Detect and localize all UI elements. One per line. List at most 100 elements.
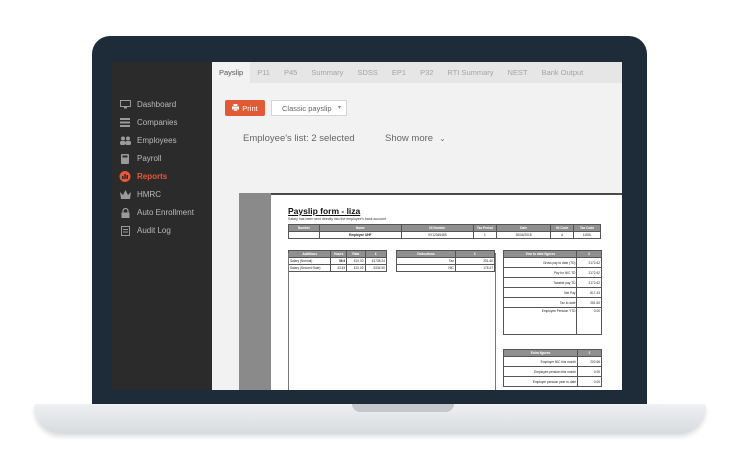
- tab-sdss[interactable]: SDSS: [350, 62, 384, 83]
- table-cell: 202.66: [577, 356, 602, 367]
- table-cell: Taxable pay TD: [502, 277, 578, 288]
- report-tabs: Payslip P11 P45 Summary SDSS EP1 P32 RTI…: [212, 62, 622, 83]
- deductions-table: Deductions £ Tax 251.60 NIC 176.47: [396, 250, 496, 272]
- table-cell: 251.60: [576, 297, 602, 308]
- employees-selected-label: Employee's list: 2 selected: [243, 133, 355, 144]
- table-row: Taxable pay TD 2172.62: [502, 277, 602, 288]
- column-divider: [288, 253, 289, 390]
- table-cell: Employer pension year to date: [503, 376, 578, 387]
- payslip-template-select[interactable]: Classic payslip ▾: [271, 100, 347, 116]
- users-icon: [119, 136, 131, 146]
- table-cell: 1150L: [573, 231, 601, 239]
- caret-icon: ▾: [337, 105, 341, 111]
- table-cell: 43.45: [330, 264, 348, 272]
- table-cell: 176.47: [454, 264, 496, 272]
- table-cell: 1: [472, 231, 497, 239]
- table-row: Salary (Second Rate) 43.45 £10.00 £434.5…: [287, 264, 388, 272]
- tab-nest[interactable]: NEST: [501, 62, 535, 83]
- table-cell: 0.00: [577, 366, 602, 377]
- table-cell: £434.50: [364, 264, 388, 272]
- table-cell: 0.00: [576, 307, 602, 335]
- table-row: Employer NIC this month 202.66: [503, 356, 602, 367]
- table-cell: Employee pension this month: [503, 366, 578, 377]
- table-header: NI Number: [400, 224, 474, 232]
- table-row: Employee Pension YTD 0.00: [502, 307, 602, 335]
- table-row: Net Pay 817.43: [502, 287, 602, 298]
- employee-header-table: Number Name NI Number Tax Period Date NI…: [288, 224, 601, 239]
- sidebar: Dashboard Companies Employees Payroll Re…: [112, 62, 212, 390]
- sidebar-item-label: Auto Enrollment: [137, 208, 194, 217]
- tab-p11[interactable]: P11: [250, 62, 277, 83]
- table-header: £: [577, 349, 602, 357]
- table-header: Rate: [346, 250, 366, 258]
- table-header: NI Code: [550, 224, 575, 232]
- sidebar-item-companies[interactable]: Companies: [112, 114, 212, 131]
- payslip-page: Payslip form - liza Salary has been sent…: [271, 195, 622, 390]
- audit-icon: [119, 225, 131, 236]
- sidebar-item-employees[interactable]: Employees: [112, 132, 212, 149]
- table-header: £: [364, 250, 388, 258]
- sidebar-item-dashboard[interactable]: Dashboard: [112, 96, 212, 113]
- table-cell: A: [550, 231, 575, 239]
- tab-payslip[interactable]: Payslip: [212, 62, 251, 83]
- column-divider: [495, 253, 496, 390]
- sidebar-item-reports[interactable]: Reports: [112, 168, 212, 185]
- reports-icon: [119, 171, 131, 182]
- sidebar-item-auto-enrollment[interactable]: Auto Enrollment: [112, 204, 212, 221]
- sidebar-item-hmrc[interactable]: HMRC: [112, 186, 212, 203]
- table-cell: NIC: [396, 264, 456, 272]
- table-cell: £1738.24: [364, 257, 388, 265]
- sidebar-item-label: Audit Log: [137, 226, 171, 235]
- table-cell: 30/04/2018: [495, 231, 552, 239]
- table-header: Name: [318, 224, 402, 232]
- monitor-icon: [119, 100, 131, 110]
- sidebar-item-label: Reports: [137, 172, 168, 181]
- tab-ep1[interactable]: EP1: [385, 62, 413, 83]
- table-row: Tax 251.60: [396, 257, 496, 265]
- table-cell: Employee UHF: [318, 231, 402, 239]
- table-cell: 36.9: [330, 257, 348, 265]
- viewer-thumbnail-strip: [239, 193, 271, 390]
- table-cell: Tax to date: [502, 297, 578, 308]
- sidebar-item-label: Payroll: [137, 154, 162, 163]
- sidebar-item-payroll[interactable]: Payroll: [112, 150, 212, 167]
- table-cell: [288, 231, 320, 239]
- document-viewer[interactable]: Payslip form - liza Salary has been sent…: [239, 193, 622, 390]
- tab-summary[interactable]: Summary: [304, 62, 350, 83]
- table-header: Hours: [330, 250, 348, 258]
- table-cell: XX1234546S: [400, 231, 474, 239]
- print-label: Print: [242, 103, 258, 113]
- crown-icon: [119, 190, 131, 200]
- tab-rti-summary[interactable]: RTI Summary: [440, 62, 500, 83]
- laptop-base: [34, 404, 706, 434]
- list-icon: [119, 118, 131, 128]
- table-header: £: [454, 250, 496, 258]
- table-cell: Salary (Second Rate): [287, 264, 332, 272]
- table-cell: Pay for NIC TD: [502, 267, 578, 278]
- table-cell: 2172.62: [576, 277, 602, 288]
- table-cell: 817.43: [576, 287, 602, 298]
- tab-p32[interactable]: P32: [413, 62, 440, 83]
- lock-icon: [119, 207, 131, 218]
- tab-bank-output[interactable]: Bank Output: [535, 62, 591, 83]
- table-row: NIC 176.47: [396, 264, 496, 272]
- table-cell: 0.00: [577, 376, 602, 387]
- table-header: Deductions: [396, 250, 456, 258]
- show-more-toggle[interactable]: Show more ⌄: [385, 133, 446, 144]
- extra-figures-table: Extra figures £ Employer NIC this month 2…: [503, 349, 602, 387]
- table-cell: Tax: [396, 257, 456, 265]
- year-to-date-table: Year to date figures £ Gross pay to date…: [502, 250, 602, 335]
- payslip-subtitle: Salary has been sent directly into the e…: [288, 217, 386, 221]
- select-value: Classic payslip: [282, 103, 332, 113]
- table-header: Tax Code: [573, 224, 601, 232]
- sidebar-item-label: Dashboard: [137, 100, 177, 109]
- table-cell: Gross pay to date (TD): [502, 257, 578, 268]
- tab-p45[interactable]: P45: [277, 62, 304, 83]
- table-row: Tax to date 251.60: [502, 297, 602, 308]
- sidebar-item-audit-log[interactable]: Audit Log: [112, 222, 212, 239]
- print-button[interactable]: Print: [225, 100, 265, 116]
- table-header: £: [576, 250, 602, 258]
- app-screen: Dashboard Companies Employees Payroll Re…: [112, 62, 622, 390]
- additions-table: Additions Hours Rate £ Salary (Normal) 3…: [287, 250, 388, 272]
- table-row: Employer pension year to date 0.00: [503, 376, 602, 387]
